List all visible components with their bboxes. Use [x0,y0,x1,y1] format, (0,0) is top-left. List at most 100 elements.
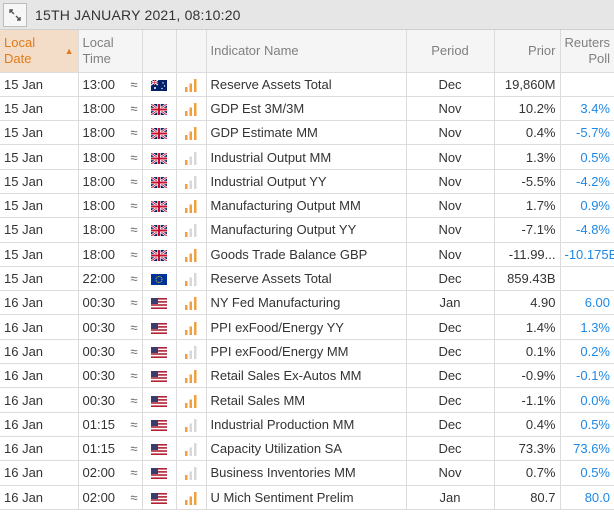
cell-prior: 10.2% [494,96,561,122]
cell-indicator[interactable]: Business Inventories MM [206,460,407,486]
table-row[interactable]: 15 Jan 18:00 ≈ Manufacturing Output YY Nov -7… [0,217,614,243]
cell-country [142,485,177,510]
importance-bars-icon [185,271,197,287]
cell-importance [176,485,207,510]
cell-indicator[interactable]: Retail Sales MM [206,387,407,413]
cell-importance [176,217,207,243]
cell-time: 00:30 ≈ [78,387,143,413]
cell-indicator[interactable]: Industrial Output YY [206,169,407,194]
cell-indicator[interactable]: GDP Est 3M/3M [206,96,407,122]
cell-importance [176,144,207,170]
table-row[interactable]: 15 Jan 18:00 ≈ GDP Est 3M/3M Nov 10.2% 3.4% [0,96,614,122]
cell-period: Nov [406,193,495,219]
column-prior[interactable]: Prior [494,30,561,73]
column-local-time[interactable]: Local Time [78,30,143,73]
cell-poll: 0.5% [560,460,614,486]
table-row[interactable]: 16 Jan 00:30 ≈ Retail Sales Ex-Autos MM Dec -… [0,363,614,389]
cell-indicator[interactable]: PPI exFood/Energy MM [206,339,407,365]
table-row[interactable]: 16 Jan 01:15 ≈ Industrial Production MM Dec 0… [0,412,614,437]
cell-prior: 1.7% [494,193,561,219]
us-flag-icon [151,490,167,505]
us-flag-icon [151,465,167,480]
table-row[interactable]: 16 Jan 00:30 ≈ PPI exFood/Energy YY Dec 1.4% 1… [0,314,614,340]
cell-importance [176,363,207,389]
approx-icon: ≈ [130,76,138,92]
cell-indicator[interactable]: PPI exFood/Energy YY [206,314,407,340]
cell-importance [176,387,207,413]
table-body: 15 Jan 13:00 ≈ Reserve Assets Total Dec 19,86… [0,72,614,510]
table-row[interactable]: 16 Jan 00:30 ≈ NY Fed Manufacturing Jan 4.90 6… [0,290,614,316]
approx-icon: ≈ [130,222,138,238]
approx-icon: ≈ [130,489,138,505]
cell-importance [176,436,207,462]
table-row[interactable]: 16 Jan 00:30 ≈ PPI exFood/Energy MM Dec 0.1% 0… [0,339,614,365]
approx-icon: ≈ [130,173,138,189]
cell-poll: 0.0% [560,387,614,413]
cell-poll: -4.2% [560,169,614,194]
cell-time: 00:30 ≈ [78,363,143,389]
table-row[interactable]: 16 Jan 02:00 ≈ U Mich Sentiment Prelim Jan 80… [0,485,614,510]
importance-bars-icon [185,222,197,238]
cell-country [142,242,177,267]
cell-time: 18:00 ≈ [78,217,143,243]
cell-indicator[interactable]: Goods Trade Balance GBP [206,242,407,267]
cell-indicator[interactable]: Capacity Utilization SA [206,436,407,462]
cell-date: 16 Jan [0,363,79,389]
approx-icon: ≈ [130,271,138,287]
table-row[interactable]: 16 Jan 01:15 ≈ Capacity Utilization SA Dec 73… [0,436,614,462]
cell-indicator[interactable]: Manufacturing Output MM [206,193,407,219]
cell-indicator[interactable]: Manufacturing Output YY [206,217,407,243]
cell-prior: 80.7 [494,485,561,510]
cell-period: Dec [406,412,495,437]
importance-bars-icon [185,417,197,432]
table-row[interactable]: 15 Jan 18:00 ≈ GDP Estimate MM Nov 0.4% -5.7% [0,120,614,146]
table-row[interactable]: 16 Jan 02:00 ≈ Business Inventories MM Nov 0.… [0,460,614,486]
cell-indicator[interactable]: U Mich Sentiment Prelim [206,485,407,510]
cell-indicator[interactable]: Industrial Production MM [206,412,407,437]
cell-prior: -1.1% [494,387,561,413]
table-row[interactable]: 16 Jan 00:30 ≈ Retail Sales MM Dec -1.1% 0.0% [0,387,614,413]
cell-prior: 19,860M [494,72,561,97]
table-row[interactable]: 15 Jan 18:00 ≈ Manufacturing Output MM Nov 1.… [0,193,614,219]
cell-indicator[interactable]: Reserve Assets Total [206,72,407,97]
eu-flag-icon [151,271,167,286]
cell-indicator[interactable]: Reserve Assets Total [206,266,407,292]
cell-prior: -5.5% [494,169,561,194]
table-row[interactable]: 15 Jan 22:00 ≈ Reserve Assets Total Dec 859.4… [0,266,614,292]
cell-date: 16 Jan [0,314,79,340]
table-row[interactable]: 15 Jan 18:00 ≈ Goods Trade Balance GBP Nov -1… [0,242,614,267]
column-country[interactable] [142,30,177,73]
cell-date: 15 Jan [0,144,79,170]
cell-importance [176,266,207,292]
table-row[interactable]: 15 Jan 18:00 ≈ Industrial Output MM Nov 1.3% 0… [0,144,614,170]
table-row[interactable]: 15 Jan 13:00 ≈ Reserve Assets Total Dec 19,86… [0,72,614,97]
column-local-date[interactable]: ▲ Local Date [0,30,79,73]
cell-poll: 0.5% [560,412,614,437]
column-importance[interactable] [176,30,207,73]
cell-indicator[interactable]: GDP Estimate MM [206,120,407,146]
cell-date: 16 Jan [0,412,79,437]
table-row[interactable]: 15 Jan 18:00 ≈ Industrial Output YY Nov -5.5%… [0,169,614,194]
cell-importance [176,242,207,267]
column-indicator-name[interactable]: Indicator Name [206,30,407,73]
cell-poll: -10.175B [560,242,614,267]
importance-bars-icon [185,125,197,141]
cell-prior: 1.4% [494,314,561,340]
cell-indicator[interactable]: NY Fed Manufacturing [206,290,407,316]
cell-prior: 1.3% [494,144,561,170]
cell-period: Dec [406,72,495,97]
importance-bars-icon [185,101,197,116]
cell-date: 16 Jan [0,436,79,462]
us-flag-icon [151,393,167,408]
cell-indicator[interactable]: Retail Sales Ex-Autos MM [206,363,407,389]
gb-flag-icon [151,198,167,213]
cell-indicator[interactable]: Industrial Output MM [206,144,407,170]
column-period[interactable]: Period [406,30,495,73]
cell-period: Nov [406,120,495,146]
cell-date: 16 Jan [0,485,79,510]
expand-button[interactable] [3,2,27,27]
us-flag-icon [151,320,167,335]
us-flag-icon [151,295,167,310]
column-reuters-poll[interactable]: Reuters Poll [560,30,614,73]
cell-importance [176,290,207,316]
